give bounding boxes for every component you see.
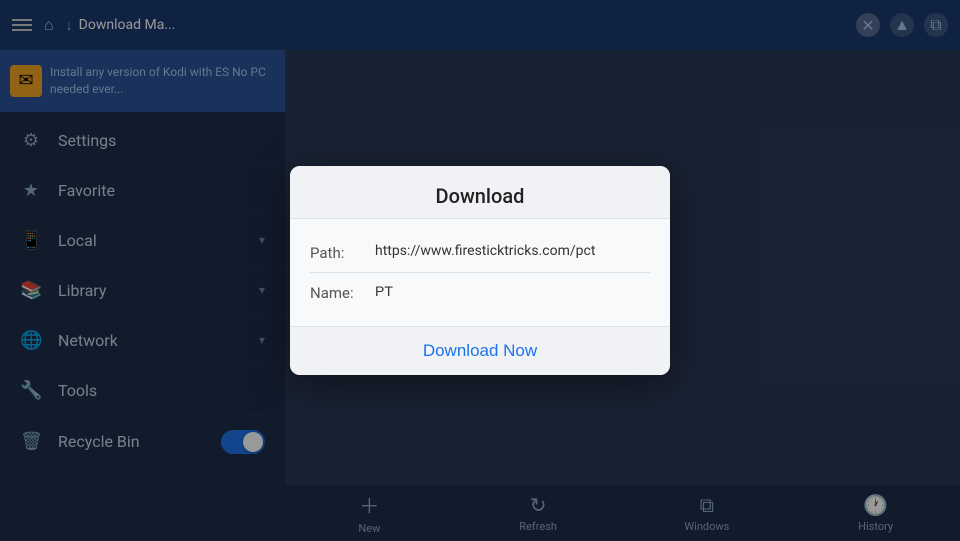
path-value: https://www.firesticktricks.com/pct: [375, 243, 650, 259]
modal-body: Path: https://www.firesticktricks.com/pc…: [290, 219, 670, 326]
name-label: Name:: [310, 283, 365, 302]
path-label: Path:: [310, 243, 365, 262]
modal-footer: Download Now: [290, 326, 670, 375]
modal-name-field: Name:: [310, 273, 650, 312]
name-input[interactable]: [375, 283, 650, 299]
modal-title: Download: [436, 184, 525, 208]
modal-title-bar: Download: [290, 166, 670, 219]
modal-path-field: Path: https://www.firesticktricks.com/pc…: [310, 233, 650, 273]
modal-overlay: Download Path: https://www.firesticktric…: [0, 0, 960, 540]
download-now-button[interactable]: Download Now: [290, 327, 670, 375]
download-modal: Download Path: https://www.firesticktric…: [290, 166, 670, 375]
